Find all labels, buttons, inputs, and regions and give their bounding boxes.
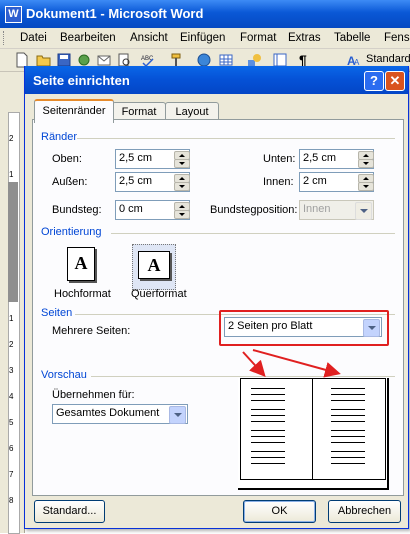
- menu-fenster[interactable]: Fens: [384, 32, 410, 44]
- menu-bearbeiten[interactable]: Bearbeiten: [60, 32, 116, 44]
- style-box[interactable]: Standard: [366, 53, 410, 65]
- menu-einfuegen[interactable]: Einfügen: [180, 32, 225, 44]
- ok-button[interactable]: OK: [243, 500, 316, 523]
- menu-tabelle[interactable]: Tabelle: [334, 32, 370, 44]
- ruler-number: 2: [9, 340, 14, 349]
- word-window-title: Dokument1 - Microsoft Word: [26, 6, 204, 21]
- menubar-grip: [3, 31, 7, 45]
- vertical-ruler: 2 1 1 2 3 4 5 6 7 8: [0, 72, 25, 534]
- ruler-number: 7: [9, 470, 14, 479]
- menu-format[interactable]: Format: [240, 32, 276, 44]
- menu-datei[interactable]: Datei: [20, 32, 47, 44]
- ruler-margin-area: [8, 182, 18, 302]
- ruler-number: 8: [9, 496, 14, 505]
- ruler-number: 4: [9, 392, 14, 401]
- word-menubar: Datei Bearbeiten Ansicht Einfügen Format…: [0, 28, 410, 49]
- standard-button[interactable]: Standard...: [34, 500, 105, 523]
- ruler-number: 2: [9, 134, 14, 143]
- ruler-number: 3: [9, 366, 14, 375]
- ruler-number: 5: [9, 418, 14, 427]
- annotation-arrow-right: [252, 349, 341, 378]
- word-titlebar: W Dokument1 - Microsoft Word: [0, 0, 410, 28]
- menu-ansicht[interactable]: Ansicht: [130, 32, 168, 44]
- page-setup-dialog: Seite einrichten ? ✕ Seitenränder Format…: [24, 66, 409, 529]
- cancel-button[interactable]: Abbrechen: [328, 500, 401, 523]
- annotation-arrows: [242, 349, 341, 378]
- ruler-number: 6: [9, 444, 14, 453]
- ruler-number: 1: [9, 314, 14, 323]
- word-app-icon: W: [5, 6, 22, 23]
- annotation-arrow-left: [242, 351, 266, 377]
- ruler-number: 1: [9, 170, 14, 179]
- tab-seitenraender[interactable]: Seitenränder: [34, 99, 114, 123]
- menu-extras[interactable]: Extras: [288, 32, 321, 44]
